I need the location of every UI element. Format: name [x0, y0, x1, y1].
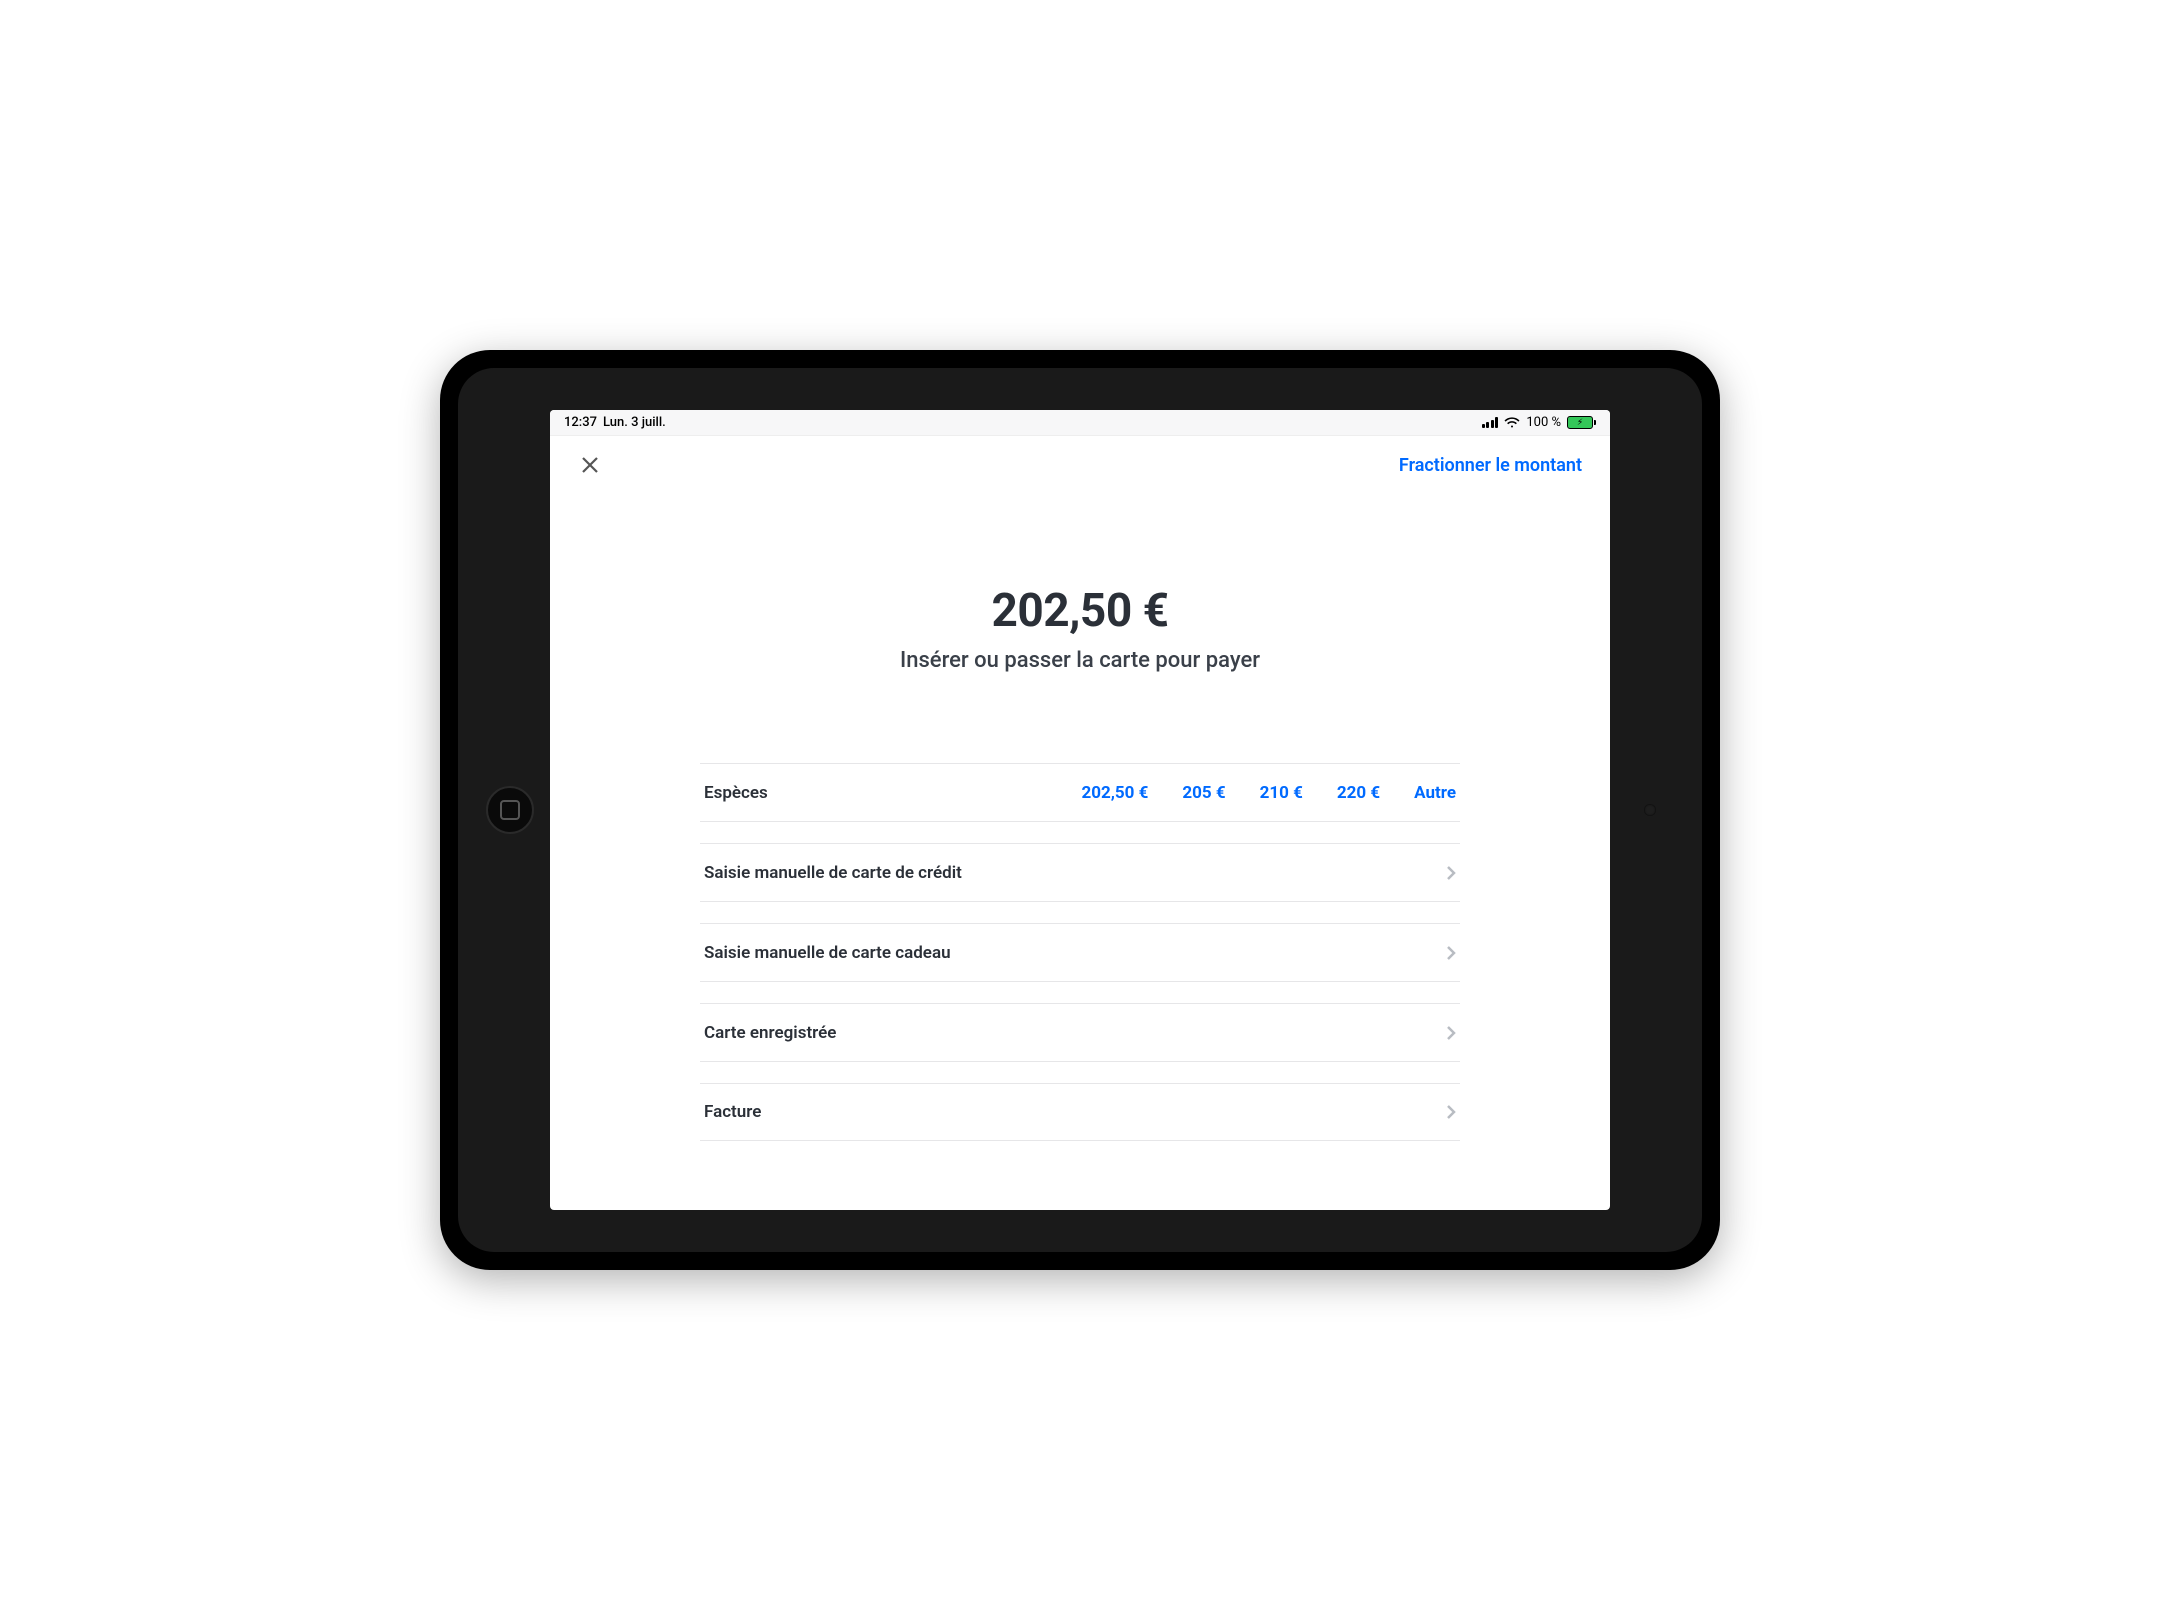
main-content: 202,50 € Insérer ou passer la carte pour… [550, 494, 1610, 1210]
spacer [700, 901, 1460, 923]
app-header: Fractionner le montant [550, 436, 1610, 494]
option-manual-gift-card[interactable]: Saisie manuelle de carte cadeau [700, 923, 1460, 981]
option-label: Facture [704, 1102, 761, 1122]
tablet-frame: 12:37 Lun. 3 juill. 100 % ⚡︎ [440, 350, 1720, 1270]
chevron-right-icon [1446, 1104, 1456, 1120]
spacer [700, 1061, 1460, 1083]
cash-row: Espèces 202,50 € 205 € 210 € 220 € Autre [700, 763, 1460, 821]
close-icon[interactable] [578, 453, 602, 477]
total-amount: 202,50 € [991, 584, 1168, 638]
status-right: 100 % ⚡︎ [1482, 415, 1596, 430]
payment-instruction: Insérer ou passer la carte pour payer [900, 648, 1260, 673]
cash-amount-other[interactable]: Autre [1414, 783, 1456, 803]
battery-percent: 100 % [1526, 415, 1561, 430]
tablet-bezel: 12:37 Lun. 3 juill. 100 % ⚡︎ [458, 368, 1702, 1252]
battery-icon: ⚡︎ [1567, 416, 1596, 429]
cellular-signal-icon [1482, 417, 1499, 428]
chevron-right-icon [1446, 865, 1456, 881]
option-saved-card[interactable]: Carte enregistrée [700, 1003, 1460, 1061]
cash-amounts: 202,50 € 205 € 210 € 220 € Autre [1081, 783, 1456, 803]
cash-amount-1[interactable]: 205 € [1182, 783, 1225, 803]
chevron-right-icon [1446, 1025, 1456, 1041]
option-label: Carte enregistrée [704, 1023, 836, 1043]
home-button[interactable] [486, 786, 534, 834]
option-invoice[interactable]: Facture [700, 1083, 1460, 1141]
wifi-icon [1504, 417, 1520, 429]
spacer [700, 821, 1460, 843]
cash-amount-0[interactable]: 202,50 € [1081, 783, 1148, 803]
cash-amount-3[interactable]: 220 € [1337, 783, 1380, 803]
front-camera [1644, 804, 1656, 816]
spacer [700, 981, 1460, 1003]
chevron-right-icon [1446, 945, 1456, 961]
option-label: Saisie manuelle de carte de crédit [704, 863, 962, 883]
split-amount-button[interactable]: Fractionner le montant [1399, 455, 1582, 476]
status-time: 12:37 [564, 415, 597, 430]
option-label: Saisie manuelle de carte cadeau [704, 943, 951, 963]
payment-options-list: Espèces 202,50 € 205 € 210 € 220 € Autre… [700, 763, 1460, 1141]
cash-amount-2[interactable]: 210 € [1260, 783, 1303, 803]
cash-label: Espèces [704, 783, 768, 803]
screen: 12:37 Lun. 3 juill. 100 % ⚡︎ [550, 410, 1610, 1210]
status-bar: 12:37 Lun. 3 juill. 100 % ⚡︎ [550, 410, 1610, 436]
status-left: 12:37 Lun. 3 juill. [564, 415, 666, 430]
option-manual-credit-card[interactable]: Saisie manuelle de carte de crédit [700, 843, 1460, 901]
status-date: Lun. 3 juill. [603, 415, 666, 430]
